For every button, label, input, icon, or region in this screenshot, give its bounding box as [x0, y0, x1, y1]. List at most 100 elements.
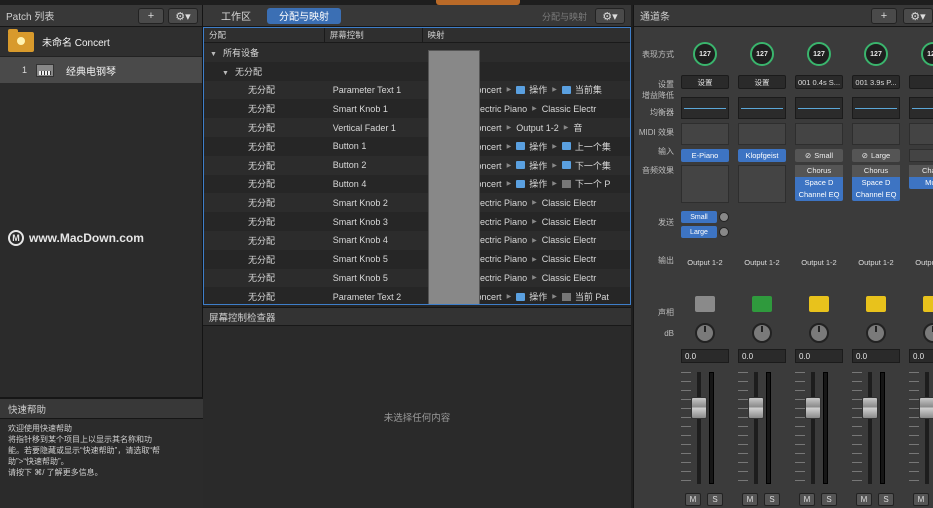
send-level-knob[interactable] — [719, 227, 729, 237]
table-row[interactable]: 无分配Button 4未命名 Concert▶操作▶下一个 P — [204, 174, 630, 194]
column-header-assignment[interactable]: 分配 — [204, 28, 325, 42]
group-row-all-devices[interactable]: ▼ 所有设备 — [204, 43, 630, 62]
eq-display[interactable] — [738, 97, 786, 119]
table-row[interactable]: 无分配 Smart Knob 3 Classic Electric Piano ▶ Cl… — [204, 50, 630, 304]
audio-fx-slot[interactable]: Chorus — [795, 165, 843, 177]
channel-gear-button[interactable]: ⚙▾ — [903, 8, 933, 24]
output-slot[interactable]: Output 1-2 — [852, 255, 900, 269]
mute-button[interactable]: M — [856, 493, 872, 506]
assignment-cell: 无分配 — [248, 179, 276, 190]
audio-fx-slot[interactable]: Multi — [909, 177, 933, 189]
midi-fx-slot[interactable] — [852, 123, 900, 145]
table-row[interactable]: 无分配Parameter Text 1未命名 Concert▶操作▶当前集 — [204, 80, 630, 100]
settings-button[interactable]: 001 0.4s S... — [795, 75, 843, 89]
table-row[interactable]: 无分配 Smart Knob 4 Classic Electric Piano ▶ Cl… — [204, 50, 630, 304]
channel-strip: 127设置KlopfgeistOutput 1-20.0MS0.0 毫秒节拍器 — [736, 27, 788, 508]
tab-assignments-mapping[interactable]: 分配与映射 — [267, 7, 341, 24]
pan-knob[interactable] — [695, 323, 715, 343]
column-header-screen-control[interactable]: 屏幕控制 — [325, 28, 423, 42]
pan-knob[interactable] — [866, 323, 886, 343]
mute-button[interactable]: M — [799, 493, 815, 506]
table-row[interactable]: 无分配 Smart Knob 5 Classic Electric Piano ▶ Cl… — [204, 50, 630, 304]
input-slot[interactable]: ⊘ Small — [795, 149, 843, 162]
settings-button[interactable]: 001 3.9s P... — [852, 75, 900, 89]
midi-fx-slot[interactable] — [738, 123, 786, 145]
concert-row[interactable]: 未命名 Concert — [0, 27, 202, 57]
eq-display[interactable] — [909, 97, 933, 119]
audio-fx-slot[interactable]: Space D — [795, 177, 843, 189]
audio-fx-slot[interactable]: Channel EQ — [795, 189, 843, 201]
row-label-display: 表现方式 — [642, 50, 674, 59]
table-row[interactable]: 无分配Button 2未命名 Concert▶操作▶下一个集 — [204, 155, 630, 175]
center-gear-button[interactable]: ⚙▾ — [595, 8, 625, 24]
table-row[interactable]: 无分配Parameter Text 2未命名 Concert▶操作▶当前 Pat — [204, 287, 630, 304]
midi-fx-slot[interactable] — [681, 123, 729, 145]
send-slot[interactable]: Large — [681, 226, 717, 238]
output-slot[interactable]: Output 1-2 — [909, 255, 933, 269]
audio-fx-slot[interactable] — [681, 165, 729, 203]
table-row[interactable]: 无分配 Smart Knob 2 Classic Electric Piano ▶ Cl… — [204, 50, 630, 304]
output-slot[interactable]: Output 1-2 — [681, 255, 729, 269]
mute-button[interactable]: M — [913, 493, 929, 506]
input-slot[interactable]: ⊘ Large — [852, 149, 900, 162]
pan-knob[interactable] — [752, 323, 772, 343]
volume-fader[interactable] — [691, 397, 707, 419]
column-header-mapping[interactable]: 映射 — [423, 28, 631, 42]
midi-fx-slot[interactable] — [909, 123, 933, 145]
eq-display[interactable] — [852, 97, 900, 119]
add-channel-strip-button[interactable]: + — [871, 8, 897, 24]
volume-knob[interactable]: 127 — [807, 42, 831, 66]
volume-knob[interactable]: 127 — [864, 42, 888, 66]
volume-fader[interactable] — [862, 397, 878, 419]
disclosure-triangle-icon[interactable]: ▼ — [210, 51, 217, 58]
volume-fader[interactable] — [748, 397, 764, 419]
patch-gear-button[interactable]: ⚙▾ — [168, 8, 198, 24]
eq-display[interactable] — [681, 97, 729, 119]
input-slot[interactable] — [909, 149, 933, 162]
settings-button[interactable] — [909, 75, 933, 89]
chevron-right-icon: ▶ — [552, 162, 557, 169]
audio-fx-slot[interactable]: Chann — [909, 165, 933, 177]
output-slot[interactable]: Output 1-2 — [738, 255, 786, 269]
mapping-segment: 当前集 — [574, 85, 602, 96]
screen-control-cell: Smart Knob 1 — [332, 103, 388, 114]
table-row[interactable]: 无分配Vertical Fader 1未命名 Concert▶Output 1-… — [204, 50, 630, 304]
solo-button[interactable]: S — [821, 493, 837, 506]
folder-icon — [516, 179, 526, 188]
input-slot[interactable]: E-Piano — [681, 149, 729, 162]
volume-knob[interactable]: 127 — [750, 42, 774, 66]
audio-fx-slot[interactable] — [738, 165, 786, 203]
table-row[interactable]: 无分配Button 1未命名 Concert▶操作▶上一个集 — [204, 136, 630, 156]
volume-knob[interactable]: 127 — [921, 42, 933, 66]
input-slot[interactable]: Klopfgeist — [738, 149, 786, 162]
audio-fx-slot[interactable]: Channel EQ — [852, 189, 900, 201]
audio-fx-slot[interactable]: Space D — [852, 177, 900, 189]
pan-knob[interactable] — [923, 323, 933, 343]
eq-display[interactable] — [795, 97, 843, 119]
midi-fx-slot[interactable] — [795, 123, 843, 145]
settings-button[interactable]: 设置 — [738, 75, 786, 89]
solo-button[interactable]: S — [878, 493, 894, 506]
mute-button[interactable]: M — [685, 493, 701, 506]
pan-knob[interactable] — [809, 323, 829, 343]
send-slot[interactable]: Small — [681, 211, 717, 223]
table-row[interactable]: 无分配 Smart Knob 1 Classic Electric Piano ▶ Cl… — [204, 50, 630, 304]
solo-button[interactable]: S — [764, 493, 780, 506]
send-level-knob[interactable] — [719, 212, 729, 222]
volume-knob[interactable]: 127 — [693, 42, 717, 66]
table-row[interactable]: 无分配 Smart Knob 5 Classic Electric Piano ▶ Cl… — [204, 50, 630, 304]
chevron-right-icon: ▶ — [532, 237, 537, 244]
audio-fx-slot[interactable]: Chorus — [852, 165, 900, 177]
output-slot[interactable]: Output 1-2 — [795, 255, 843, 269]
disclosure-triangle-icon[interactable]: ▼ — [222, 70, 229, 77]
add-patch-button[interactable]: + — [138, 8, 164, 24]
assignment-cell: 无分配 — [248, 198, 276, 209]
mute-button[interactable]: M — [742, 493, 758, 506]
tab-workspace[interactable]: 工作区 — [209, 8, 263, 24]
volume-fader[interactable] — [805, 397, 821, 419]
settings-button[interactable]: 设置 — [681, 75, 729, 89]
solo-button[interactable]: S — [707, 493, 723, 506]
patch-row[interactable]: 1 经典电钢琴 — [0, 57, 202, 83]
volume-fader[interactable] — [919, 397, 933, 419]
group-row-unassigned[interactable]: ▼ 无分配 — [204, 61, 630, 81]
